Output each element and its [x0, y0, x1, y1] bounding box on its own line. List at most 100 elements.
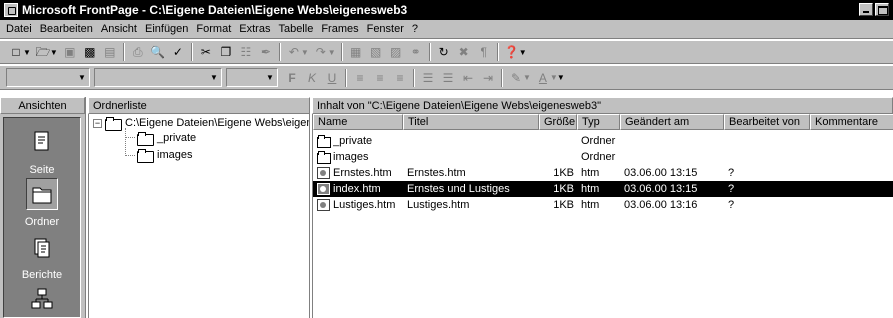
- refresh-icon[interactable]: ↻: [434, 43, 454, 61]
- decrease-indent-icon[interactable]: ⇤: [458, 69, 478, 87]
- views-bar: Ansichten Seite Ordner Berichte: [0, 97, 86, 318]
- format-painter-icon[interactable]: ✒: [256, 43, 276, 61]
- frontpage-app-icon[interactable]: [4, 3, 18, 17]
- spelling-icon[interactable]: ✓: [168, 43, 188, 61]
- menu-datei[interactable]: Datei: [2, 23, 36, 35]
- folder-tree: − C:\Eigene Dateien\Eigene Webs\eigenesw…: [88, 114, 310, 318]
- toolbar-separator: [122, 43, 125, 61]
- folder-list-icon[interactable]: ▤: [100, 43, 120, 61]
- table-row[interactable]: Lustiges.htm Lustiges.htm 1KB htm 03.06.…: [313, 197, 893, 213]
- menu-help[interactable]: ?: [408, 23, 422, 35]
- align-center-icon[interactable]: ≡: [370, 69, 390, 87]
- cell-name: index.htm: [333, 183, 381, 195]
- open-icon[interactable]: 🗁: [33, 43, 53, 61]
- toolbar-options-icon[interactable]: ▼: [557, 73, 565, 82]
- column-name[interactable]: Name: [313, 114, 403, 130]
- chevron-down-icon[interactable]: ▼: [75, 70, 89, 85]
- cell-type: Ordner: [581, 151, 616, 163]
- column-size[interactable]: Größe: [539, 114, 577, 130]
- cell-type: htm: [581, 167, 600, 179]
- font-color-icon[interactable]: A: [533, 69, 553, 87]
- column-modified[interactable]: Geändert am: [620, 114, 724, 130]
- show-all-icon[interactable]: ¶: [474, 43, 494, 61]
- cell-title: Ernstes.htm: [407, 167, 466, 179]
- cell-editor: [728, 133, 808, 149]
- redo-icon[interactable]: ↷: [311, 43, 331, 61]
- numbered-list-icon[interactable]: ☰: [418, 69, 438, 87]
- bulleted-list-icon[interactable]: ☰: [438, 69, 458, 87]
- column-modified-by[interactable]: Bearbeitet von: [724, 114, 810, 130]
- font-select[interactable]: ▼: [94, 68, 222, 87]
- cell-title: Ernstes und Lustiges: [407, 183, 510, 195]
- table-row[interactable]: Ernstes.htm Ernstes.htm 1KB htm 03.06.00…: [313, 165, 893, 181]
- view-navigation[interactable]: [4, 283, 80, 317]
- folder-icon: [317, 151, 331, 164]
- copy-icon[interactable]: ❐: [216, 43, 236, 61]
- table-row[interactable]: images Ordner: [313, 149, 893, 165]
- menu-frames[interactable]: Frames: [317, 23, 362, 35]
- publish-icon[interactable]: ▩: [80, 43, 100, 61]
- toolbar-separator: [428, 43, 431, 61]
- menu-tabelle[interactable]: Tabelle: [274, 23, 317, 35]
- align-left-icon[interactable]: ≡: [350, 69, 370, 87]
- cell-modified: 03.06.00 13:15: [624, 167, 698, 179]
- minimize-icon[interactable]: [859, 3, 873, 16]
- tree-item-images[interactable]: images: [137, 147, 192, 163]
- align-right-icon[interactable]: ≡: [390, 69, 410, 87]
- menu-fenster[interactable]: Fenster: [363, 23, 408, 35]
- column-headers: Name Titel Größe Typ Geändert am Bearbei…: [313, 114, 893, 130]
- underline-button[interactable]: U: [322, 69, 342, 87]
- formatting-toolbar: ▼ ▼ ▼ F K U ≡ ≡ ≡ ☰ ☰ ⇤ ⇥ ✎ ▼ A ▼ ▼: [0, 65, 893, 90]
- print-preview-icon[interactable]: 🔍: [148, 43, 168, 61]
- new-page-icon[interactable]: □: [6, 43, 26, 61]
- stop-icon[interactable]: ✖: [454, 43, 474, 61]
- print-icon[interactable]: ⎙: [128, 43, 148, 61]
- undo-icon[interactable]: ↶: [284, 43, 304, 61]
- highlight-icon[interactable]: ✎: [506, 69, 526, 87]
- save-icon[interactable]: ▣: [60, 43, 80, 61]
- menu-einfuegen[interactable]: Einfügen: [141, 23, 192, 35]
- cell-size: [539, 149, 574, 165]
- cell-title: [407, 133, 537, 149]
- help-icon[interactable]: ❓: [502, 43, 522, 61]
- insert-table-icon[interactable]: ▧: [366, 43, 386, 61]
- cell-type: htm: [581, 199, 600, 211]
- cut-icon[interactable]: ✂: [196, 43, 216, 61]
- style-select[interactable]: ▼: [6, 68, 90, 87]
- cell-name: _private: [333, 135, 373, 147]
- maximize-icon[interactable]: [875, 3, 889, 16]
- menu-format[interactable]: Format: [192, 23, 235, 35]
- contents-header: Inhalt von "C:\Eigene Dateien\Eigene Web…: [312, 97, 893, 114]
- table-row[interactable]: _private Ordner: [313, 133, 893, 149]
- folder-list-header: Ordnerliste: [88, 97, 310, 114]
- increase-indent-icon[interactable]: ⇥: [478, 69, 498, 87]
- views-bar-header: Ansichten: [0, 97, 85, 114]
- column-comments[interactable]: Kommentare: [810, 114, 893, 130]
- tree-root-label: C:\Eigene Dateien\Eigene Webs\eigeneswe: [125, 117, 309, 129]
- insert-component-icon[interactable]: ▦: [346, 43, 366, 61]
- bold-button[interactable]: F: [282, 69, 302, 87]
- font-size-select[interactable]: ▼: [226, 68, 278, 87]
- menu-bearbeiten[interactable]: Bearbeiten: [36, 23, 97, 35]
- table-row-selected[interactable]: index.htm Ernstes und Lustiges 1KB htm 0…: [313, 181, 893, 197]
- cell-size: 1KB: [553, 167, 574, 179]
- tree-item-private[interactable]: _private: [137, 130, 196, 146]
- tree-connector: [125, 155, 135, 156]
- view-folders[interactable]: Ordner: [4, 178, 80, 228]
- menu-extras[interactable]: Extras: [235, 23, 274, 35]
- collapse-icon[interactable]: −: [93, 118, 102, 128]
- cell-modified: 03.06.00 13:16: [624, 199, 698, 211]
- chevron-down-icon[interactable]: ▼: [207, 70, 221, 85]
- view-reports[interactable]: Berichte: [4, 231, 80, 281]
- chevron-down-icon[interactable]: ▼: [263, 70, 277, 85]
- paste-icon[interactable]: ☷: [236, 43, 256, 61]
- cell-modified: [624, 149, 722, 165]
- view-page[interactable]: Seite: [4, 126, 80, 176]
- hyperlink-icon[interactable]: ⚭: [406, 43, 426, 61]
- column-title[interactable]: Titel: [403, 114, 539, 130]
- italic-button[interactable]: K: [302, 69, 322, 87]
- insert-image-icon[interactable]: ▨: [386, 43, 406, 61]
- cell-modified: 03.06.00 13:15: [624, 183, 698, 195]
- column-type[interactable]: Typ: [577, 114, 620, 130]
- menu-ansicht[interactable]: Ansicht: [97, 23, 141, 35]
